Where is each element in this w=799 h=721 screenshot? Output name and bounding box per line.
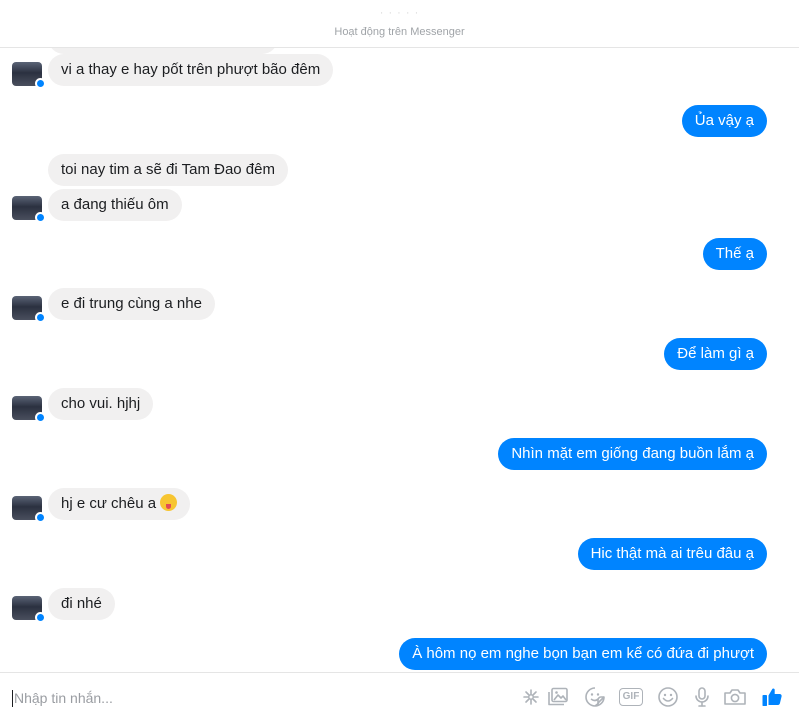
messenger-badge-icon (35, 78, 46, 89)
avatar[interactable] (12, 296, 46, 323)
emoji-icon[interactable] (656, 685, 680, 709)
active-status: Hoạt động trên Messenger (334, 26, 465, 38)
message-input[interactable] (14, 685, 494, 711)
sticker-icon[interactable] (583, 685, 607, 709)
message-incoming: đi nhé (48, 588, 115, 620)
messenger-badge-icon (35, 212, 46, 223)
message-incoming: hj e cư chêu a (48, 488, 191, 520)
message-outgoing: Để làm gì ạ (664, 338, 767, 370)
message-outgoing: Hic thật mà ai trêu đâu ạ (577, 538, 767, 570)
message-incoming: toi nay tim a sẽ đi Tam Đao đêm (48, 154, 288, 186)
gif-icon[interactable]: GIF (616, 685, 646, 709)
avatar[interactable] (12, 496, 46, 523)
text-caret (12, 690, 13, 707)
avatar[interactable] (12, 596, 46, 623)
messenger-badge-icon (35, 612, 46, 623)
like-icon[interactable] (760, 685, 784, 709)
message-incoming: e đi trung cùng a nhe (48, 288, 215, 320)
avatar[interactable] (12, 196, 46, 223)
image-icon[interactable] (546, 685, 570, 709)
sparkle-icon[interactable] (519, 685, 543, 709)
message-incoming: cho vui. hjhj (48, 388, 154, 420)
message-composer: GIF (0, 672, 799, 721)
messenger-badge-icon (35, 312, 46, 323)
camera-icon[interactable] (723, 685, 747, 709)
message-incoming: a đang thiếu ôm (48, 189, 182, 221)
tongue-out-emoji-icon (160, 493, 178, 511)
message-incoming: vi a thay e hay pốt trên phượt bão đêm (48, 54, 334, 86)
message-outgoing: Ủa vậy ạ (681, 105, 767, 137)
avatar[interactable] (12, 396, 46, 423)
message-text: hj e cư chêu a (61, 495, 157, 512)
contact-name[interactable]: · · · · · (0, 6, 799, 20)
messenger-badge-icon (35, 412, 46, 423)
message-outgoing: Thế ạ (702, 238, 767, 270)
message-outgoing: À hôm nọ em nghe bọn bạn em kể có đứa đi… (399, 638, 767, 670)
microphone-icon[interactable] (690, 685, 714, 709)
gif-label: GIF (618, 688, 644, 706)
message-outgoing: Nhìn mặt em giống đang buồn lắm ạ (498, 438, 767, 470)
avatar[interactable] (12, 62, 46, 89)
messenger-badge-icon (35, 512, 46, 523)
conversation-header: · · · · · Hoạt động trên Messenger (0, 0, 799, 48)
message-thread[interactable]: vi a thay e hay pốt trên phượt bão đêm Ủ… (0, 48, 799, 672)
